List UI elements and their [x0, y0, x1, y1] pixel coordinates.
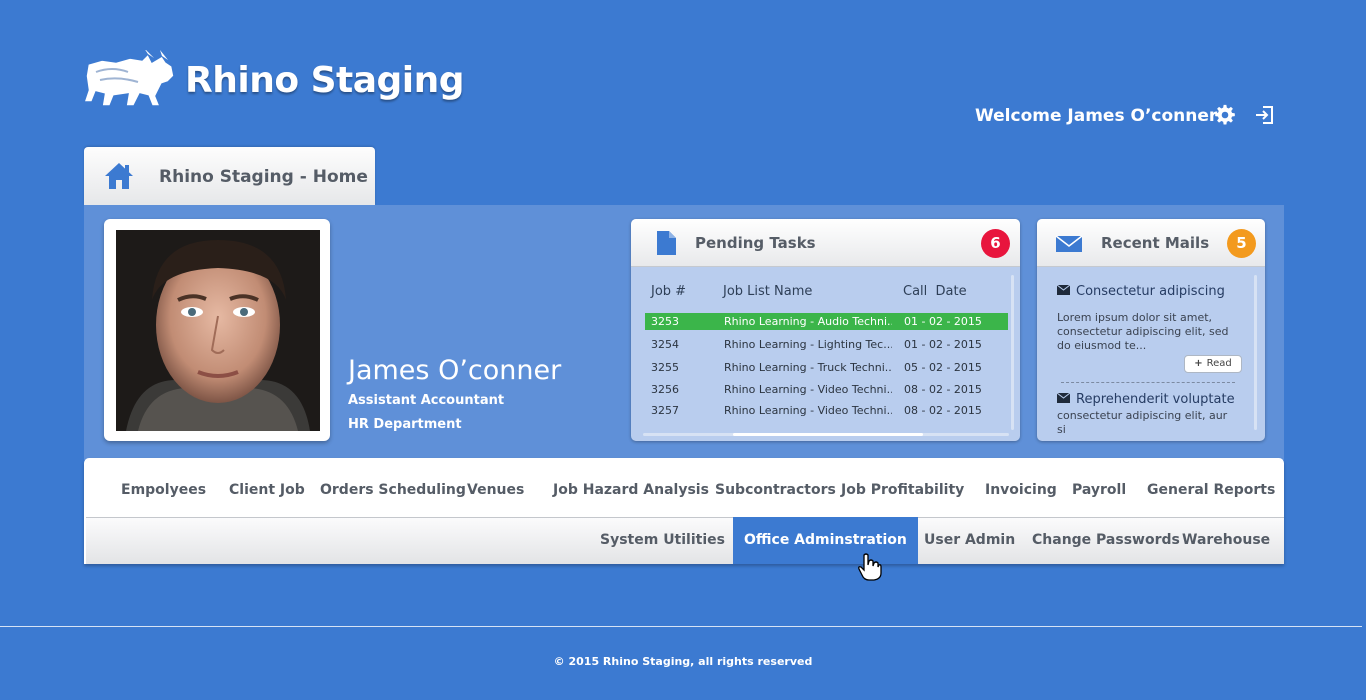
- cell-name: Rhino Learning - Video Techni...: [724, 383, 892, 396]
- vertical-scrollbar[interactable]: [1011, 275, 1014, 430]
- envelope-icon: [1057, 393, 1070, 403]
- menu-item-subcontractors[interactable]: Subcontractors: [715, 482, 836, 498]
- cell-date: 01 - 02 - 2015: [904, 315, 982, 328]
- recent-mails-card: Recent Mails 5 Consectetur adipiscing Lo…: [1037, 219, 1265, 441]
- tab-home[interactable]: Rhino Staging - Home: [84, 147, 375, 206]
- read-button[interactable]: + Read: [1184, 355, 1242, 373]
- cell-job: 3255: [651, 361, 679, 374]
- cell-job: 3256: [651, 383, 679, 396]
- mail-preview: consectetur adipiscing elit, aur si: [1057, 409, 1228, 436]
- column-header-job: Job #: [651, 284, 687, 299]
- cell-date: 08 - 02 - 2015: [904, 383, 982, 396]
- menu-item-employees[interactable]: Empolyees: [121, 482, 206, 498]
- menu-item-system-utilities[interactable]: System Utilities: [600, 532, 725, 548]
- pending-tasks-header: Pending Tasks 6: [631, 219, 1020, 267]
- menu-item-job-profitability[interactable]: Job Profitability: [841, 482, 964, 498]
- avatar: [116, 230, 320, 431]
- scrollbar-thumb[interactable]: [733, 433, 923, 436]
- cell-name: Rhino Learning - Audio Techni...: [724, 315, 892, 328]
- home-icon: [105, 163, 133, 189]
- cell-date: 08 - 02 - 2015: [904, 404, 982, 417]
- mail-subject-text: Reprehenderit voluptate: [1076, 392, 1235, 407]
- cell-date: 05 - 02 - 2015: [904, 361, 982, 374]
- user-department: HR Department: [348, 417, 462, 432]
- cell-name: Rhino Learning - Video Techni...: [724, 404, 892, 417]
- menu-item-payroll[interactable]: Payroll: [1072, 482, 1126, 498]
- recent-mails-title: Recent Mails: [1101, 234, 1210, 252]
- menu-item-orders-scheduling[interactable]: Orders Scheduling: [320, 482, 466, 498]
- user-name: James O’conner: [348, 355, 562, 386]
- horizontal-scrollbar[interactable]: [643, 433, 1009, 436]
- plus-icon: +: [1194, 358, 1203, 369]
- menu-item-warehouse[interactable]: Warehouse: [1182, 532, 1270, 548]
- menu-item-invoicing[interactable]: Invoicing: [985, 482, 1057, 498]
- column-header-date: Call Date: [903, 284, 967, 299]
- table-row[interactable]: 3256 Rhino Learning - Video Techni... 08…: [645, 381, 1008, 398]
- table-row[interactable]: 3254 Rhino Learning - Lighting Tec... 01…: [645, 336, 1008, 353]
- cell-name: Rhino Learning - Truck Techni...: [724, 361, 892, 374]
- logout-icon[interactable]: [1255, 105, 1275, 125]
- cell-name: Rhino Learning - Lighting Tec...: [724, 338, 892, 351]
- main-menu: Empolyees Client Job Orders Scheduling V…: [84, 458, 1284, 564]
- vertical-scrollbar[interactable]: [1254, 275, 1257, 430]
- recent-mails-header: Recent Mails 5: [1037, 219, 1265, 267]
- mail-subject[interactable]: Consectetur adipiscing: [1057, 284, 1225, 299]
- menu-item-job-hazard-analysis[interactable]: Job Hazard Analysis: [553, 482, 709, 498]
- cell-job: 3257: [651, 404, 679, 417]
- gear-icon[interactable]: [1214, 104, 1236, 126]
- brand-title: Rhino Staging: [185, 60, 465, 101]
- tab-home-label: Rhino Staging - Home: [159, 167, 368, 187]
- hand-cursor-icon: [858, 553, 882, 581]
- footer-divider: [0, 626, 1362, 627]
- copyright-text: © 2015 Rhino Staging, all rights reserve…: [553, 655, 813, 668]
- mail-subject-text: Consectetur adipiscing: [1076, 284, 1225, 299]
- document-icon: [657, 231, 676, 255]
- pending-tasks-badge: 6: [981, 229, 1010, 258]
- mail-preview: Lorem ipsum dolor sit amet, consectetur …: [1057, 311, 1229, 352]
- pending-tasks-card: Pending Tasks 6 Job # Job List Name Call…: [631, 219, 1020, 441]
- pending-tasks-title: Pending Tasks: [695, 234, 816, 252]
- cell-date: 01 - 02 - 2015: [904, 338, 982, 351]
- menu-item-general-reports[interactable]: General Reports: [1147, 482, 1275, 498]
- read-button-label: Read: [1206, 358, 1232, 369]
- menu-item-venues[interactable]: Venues: [467, 482, 524, 498]
- menu-item-user-admin[interactable]: User Admin: [924, 532, 1015, 548]
- user-role: Assistant Accountant: [348, 393, 505, 408]
- menu-item-change-passwords[interactable]: Change Passwords: [1032, 532, 1180, 548]
- envelope-icon: [1057, 285, 1070, 295]
- mail-divider: [1061, 382, 1235, 383]
- menu-item-office-administration[interactable]: Office Adminstration: [733, 517, 918, 564]
- mail-subject[interactable]: Reprehenderit voluptate: [1057, 392, 1235, 407]
- column-header-name: Job List Name: [723, 284, 813, 299]
- welcome-text: Welcome James O’conner: [975, 106, 1218, 126]
- table-row[interactable]: 3253 Rhino Learning - Audio Techni... 01…: [645, 313, 1008, 330]
- table-row[interactable]: 3255 Rhino Learning - Truck Techni... 05…: [645, 359, 1008, 376]
- table-row[interactable]: 3257 Rhino Learning - Video Techni... 08…: [645, 402, 1008, 419]
- menu-item-client-job[interactable]: Client Job: [229, 482, 305, 498]
- recent-mails-badge: 5: [1227, 229, 1256, 258]
- rhino-logo-icon: [82, 50, 175, 107]
- envelope-icon: [1055, 235, 1083, 252]
- cell-job: 3253: [651, 315, 679, 328]
- cell-job: 3254: [651, 338, 679, 351]
